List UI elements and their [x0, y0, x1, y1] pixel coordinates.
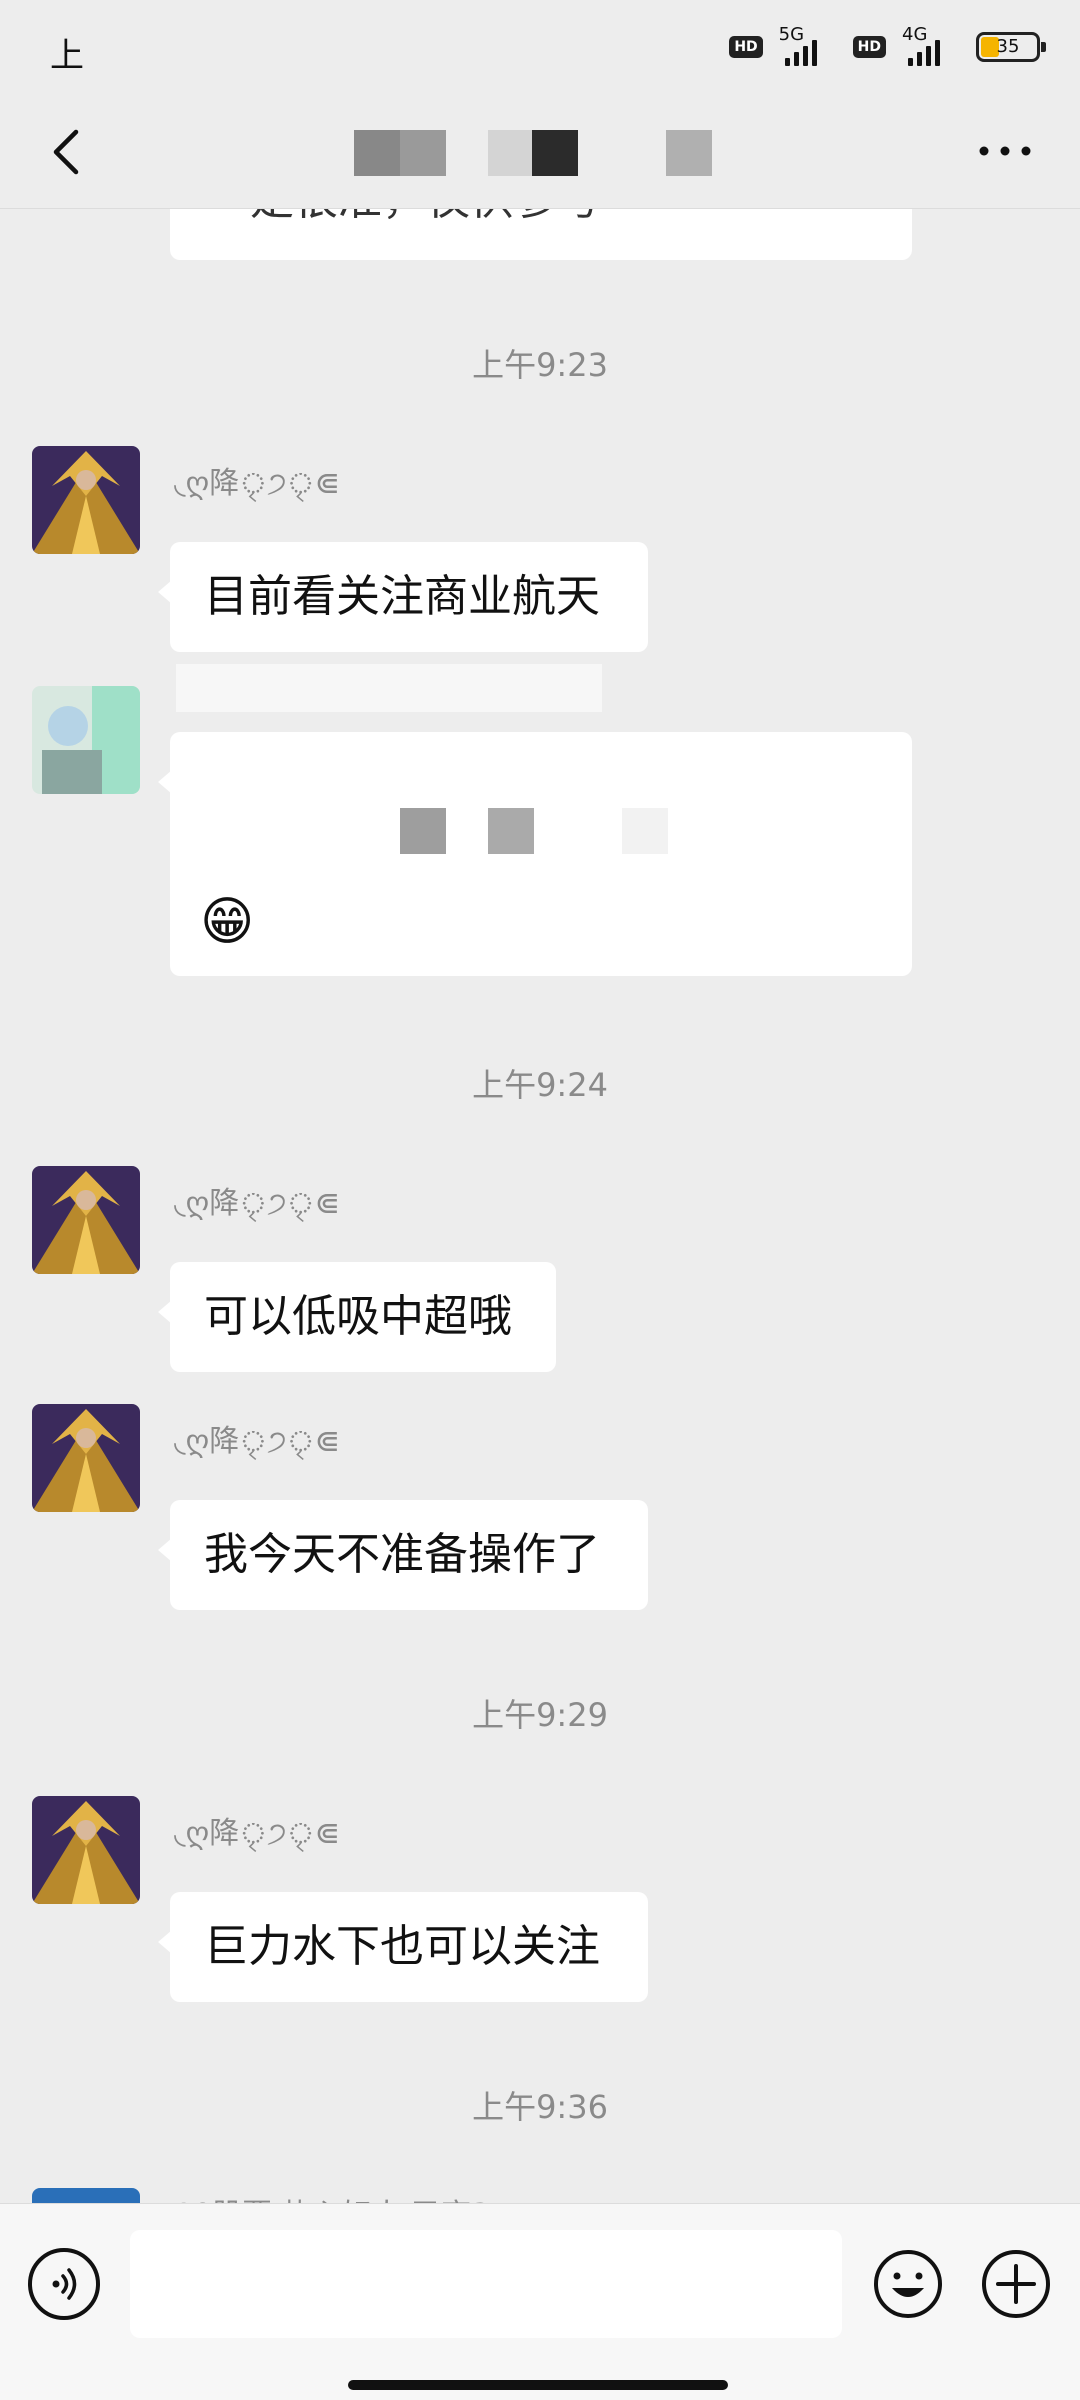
redacted-block	[488, 808, 534, 854]
message-bubble[interactable]: 我今天不准备操作了	[158, 1500, 648, 1610]
message-emoji: 😁	[200, 892, 255, 952]
redacted-block	[622, 808, 668, 854]
nav-bar	[0, 100, 1080, 209]
plus-icon[interactable]	[980, 2248, 1052, 2320]
status-icons: HD 5G HD 4G 35	[729, 24, 1046, 66]
timestamp: 上午9:36	[472, 2088, 608, 2126]
more-dots-icon[interactable]	[970, 136, 1040, 166]
timestamp: 上午9:24	[472, 1066, 608, 1104]
message-bubble[interactable]: 可以低吸中超哦	[158, 1262, 556, 1372]
chat-screen: 上 HD 5G HD 4G 35 上午9:23 ◟ღ降ৃ੭ৃ⋐ 目前看关注商业航…	[0, 0, 1080, 2400]
message-text: 目前看关注商业航天	[204, 571, 600, 622]
sender-name: ◟ღ降ৃ੭ৃ⋐	[174, 1186, 340, 1221]
emoji-icon[interactable]	[872, 2248, 944, 2320]
avatar[interactable]	[32, 446, 140, 554]
status-bar: 上 HD 5G HD 4G 35	[0, 0, 1080, 100]
avatar[interactable]	[32, 686, 140, 794]
battery-icon: 35	[976, 32, 1046, 62]
voice-icon[interactable]	[28, 2248, 100, 2320]
message-text: 巨力水下也可以关注	[204, 1921, 600, 1972]
avatar[interactable]	[32, 1404, 140, 1512]
message-text: 是很准，仅供参考	[250, 208, 602, 230]
sender-name: ◟ღ降ৃ੭ৃ⋐	[174, 466, 340, 501]
sender-name-partial: 10股票 热心好人 已亮3	[174, 2190, 490, 2203]
message-bubble[interactable]: 目前看关注商业航天	[158, 542, 648, 652]
avatar[interactable]	[32, 1166, 140, 1274]
message-bubble-redacted[interactable]: 😁	[158, 732, 912, 976]
hd-badge-2: HD	[852, 36, 886, 58]
timestamp: 上午9:29	[472, 1696, 608, 1734]
avatar[interactable]	[32, 2188, 140, 2203]
redacted-overlay	[176, 664, 602, 712]
redacted-block	[400, 808, 446, 854]
message-bubble-partial[interactable]: 是很准，仅供参考	[170, 208, 912, 260]
input-bar	[0, 2203, 1080, 2400]
sender-name: ◟ღ降ৃ੭ৃ⋐	[174, 1816, 340, 1851]
home-indicator[interactable]	[348, 2380, 728, 2390]
signal-5g-icon: 5G	[773, 24, 843, 66]
hd-badge-1: HD	[729, 36, 763, 58]
chevron-left-icon[interactable]	[40, 122, 100, 182]
sender-name: ◟ღ降ৃ੭ৃ⋐	[174, 1424, 340, 1459]
battery-level: 35	[996, 36, 1020, 57]
avatar[interactable]	[32, 1796, 140, 1904]
signal-4g-icon: 4G	[896, 24, 966, 66]
message-input[interactable]	[130, 2230, 842, 2338]
message-bubble[interactable]: 巨力水下也可以关注	[158, 1892, 648, 2002]
status-left-text: 上	[50, 36, 84, 76]
message-text: 可以低吸中超哦	[204, 1291, 512, 1342]
timestamp: 上午9:23	[472, 346, 608, 384]
message-list[interactable]: 是很准，仅供参考 上午9:23 ◟ღ降ৃ੭ৃ⋐ 目前看关注商业航天	[0, 208, 1080, 2203]
message-text: 我今天不准备操作了	[204, 1529, 600, 1580]
